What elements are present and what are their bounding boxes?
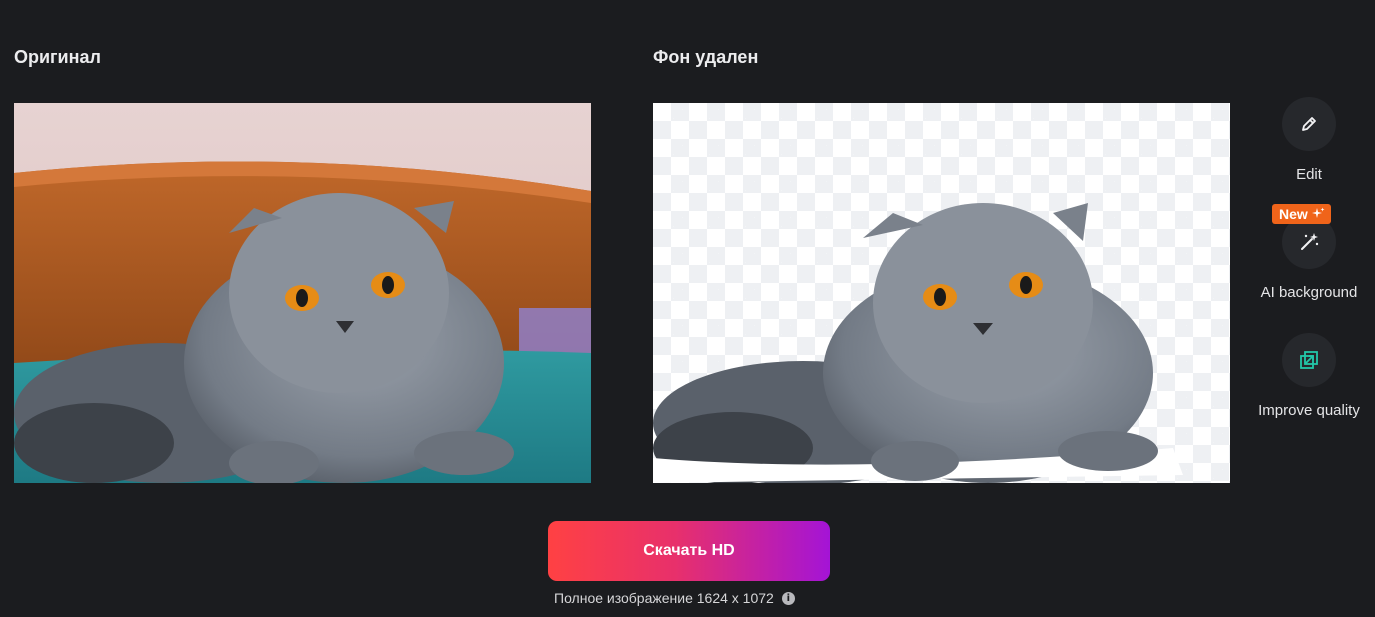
full-size-info: Полное изображение 1624 x 1072 i: [554, 590, 795, 606]
edit-label: Edit: [1296, 166, 1322, 183]
original-image: [14, 103, 591, 483]
removed-background-title: Фон удален: [653, 47, 759, 67]
download-hd-button[interactable]: Скачать HD: [548, 521, 830, 581]
pencil-icon: [1302, 117, 1316, 131]
ai-background-tool[interactable]: New AI background: [1250, 204, 1368, 301]
improve-quality-tool[interactable]: Improve quality: [1250, 333, 1368, 419]
enhance-icon: [1300, 351, 1318, 369]
sparkle-icon: [1311, 207, 1325, 218]
edit-tool[interactable]: Edit: [1250, 97, 1368, 183]
ai-background-label: AI background: [1260, 284, 1358, 301]
magic-wand-icon: [1301, 233, 1319, 250]
new-badge: New: [1272, 204, 1331, 224]
new-badge-label: New: [1279, 206, 1308, 222]
edit-button[interactable]: [1282, 97, 1336, 151]
info-icon[interactable]: i: [781, 591, 795, 605]
full-size-text: Полное изображение 1624 x 1072: [554, 590, 774, 606]
original-title: Оригинал: [14, 47, 101, 67]
improve-quality-label: Improve quality: [1258, 402, 1360, 419]
background-removed-image: [653, 103, 1230, 483]
improve-quality-button[interactable]: [1282, 333, 1336, 387]
